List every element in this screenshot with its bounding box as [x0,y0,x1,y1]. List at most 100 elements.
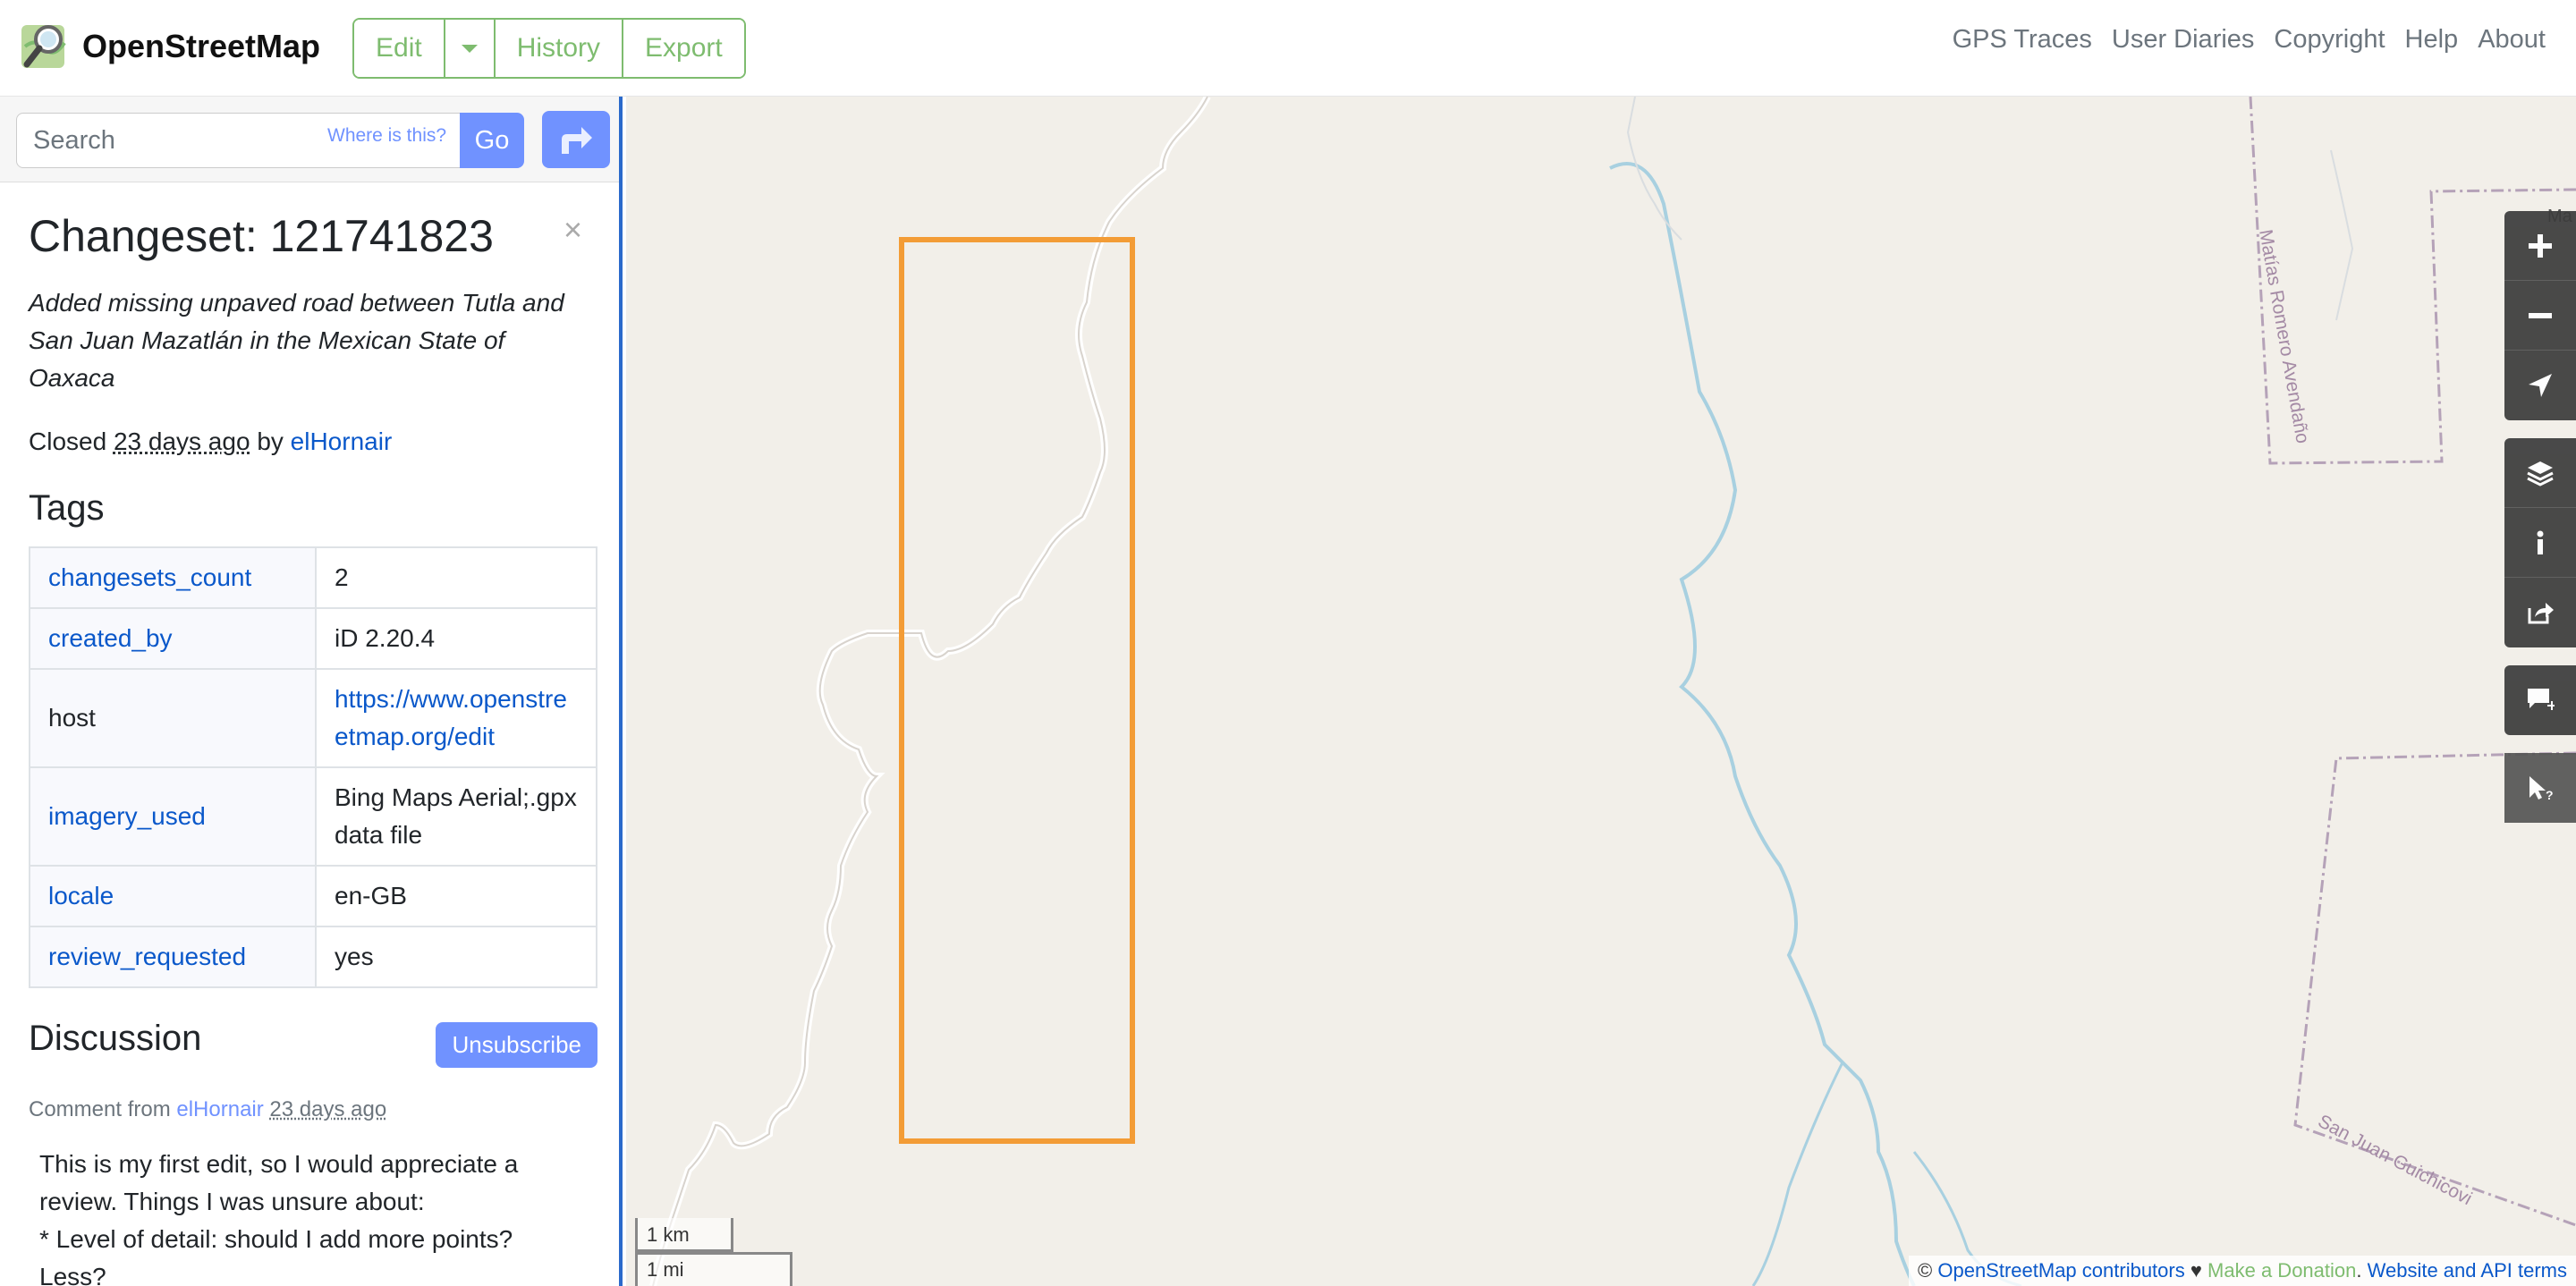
changeset-title: Changeset: 121741823 [29,211,494,261]
history-button[interactable]: History [495,20,624,77]
changeset-comment: Added missing unpaved road between Tutla… [29,289,564,392]
zoom-out-button[interactable] [2504,281,2576,351]
zoom-controls [2504,211,2576,420]
chevron-down-icon [461,44,478,53]
tag-value: Bing Maps Aerial;.gpx data file [315,766,597,867]
share-icon [2528,603,2554,624]
sidebar: Search Where is this? Go × Changeset: 12… [0,97,623,1286]
location-arrow-icon [2529,374,2552,397]
unpaved-road [649,97,1211,1286]
comment-author-link[interactable]: elHornair [176,1097,263,1121]
stream [1626,97,1682,241]
scale-km: 1 km [635,1218,733,1252]
map-panel-controls [2504,438,2576,647]
scale-mi: 1 mi [635,1252,792,1286]
locate-button[interactable] [2504,351,2576,420]
changeset-bbox [899,237,1135,1144]
edit-button[interactable]: Edit [354,20,445,77]
author-link[interactable]: elHornair [291,427,393,455]
table-row: host https://www.openstreetmap.org/edit [29,668,597,768]
map-view[interactable]: Matías Romero Avendaño San Juan Guichico… [626,97,2576,1286]
nav-user-diaries[interactable]: User Diaries [2112,25,2255,55]
directions-icon [562,127,592,154]
tag-key: host [29,668,317,768]
plus-icon [2529,233,2552,258]
discussion-heading: Discussion [29,1019,202,1058]
comment-meta: Comment from elHornair 23 days ago [29,1097,597,1122]
brand-name: OpenStreetMap [82,28,321,64]
tag-key[interactable]: changesets_count [29,546,317,609]
info-icon [2537,530,2544,554]
unsubscribe-button[interactable]: Unsubscribe [436,1022,597,1068]
tags-heading: Tags [29,488,105,528]
map-key-button[interactable] [2504,508,2576,578]
by-label: by [257,427,284,455]
comment-time: 23 days ago [269,1097,387,1121]
heart-icon: ♥ [2190,1259,2202,1282]
map-scale: 1 km 1 mi [635,1218,792,1286]
river [1751,1062,1844,1286]
edit-button-group: Edit History Export [352,18,746,79]
nav-help[interactable]: Help [2405,25,2459,55]
minus-icon [2529,312,2552,318]
changeset-closed-info: Closed 23 days ago by elHornair [29,424,597,460]
tag-key[interactable]: review_requested [29,926,317,988]
comment-line: * Level of detail: should I add more poi… [39,1225,513,1286]
terms-link[interactable]: Website and API terms [2368,1259,2567,1282]
note-controls [2504,665,2576,735]
comment-from-label: Comment from [29,1097,171,1121]
changeset-panel: Changeset: 121741823 Added missing unpav… [29,209,597,1286]
unpaved-road [652,97,1208,1286]
search-bar: Search Where is this? Go [0,97,619,182]
share-button[interactable] [2504,578,2576,647]
map-canvas: Matías Romero Avendaño San Juan Guichico… [649,97,2576,1286]
top-header: OpenStreetMap Edit History Export GPS Tr… [0,0,2576,97]
directions-button[interactable] [542,111,610,168]
where-is-this-link[interactable]: Where is this? [327,125,446,147]
tag-value: iD 2.20.4 [315,607,597,670]
tag-key[interactable]: created_by [29,607,317,670]
tag-value-link[interactable]: https://www.openstreetmap.org/edit [315,668,597,768]
closed-label: Closed [29,427,107,455]
closed-time: 23 days ago [113,427,250,455]
edit-dropdown-button[interactable] [445,20,496,77]
map-label: Matías Romero Avendaño [2255,228,2313,445]
table-row: changesets_count 2 [29,546,597,609]
secondary-nav: GPS Traces User Diaries Copyright Help A… [1953,25,2546,55]
query-cursor-icon: ? [2529,776,2554,801]
map-attribution: © OpenStreetMap contributors ♥ Make a Do… [1909,1256,2576,1286]
copyright-symbol: © [1918,1259,1933,1282]
table-row: review_requested yes [29,926,597,988]
nav-copyright[interactable]: Copyright [2274,25,2385,55]
contributors-link[interactable]: OpenStreetMap contributors [1937,1259,2184,1282]
osm-logo-icon [18,20,72,73]
layers-icon [2527,461,2554,486]
tag-key[interactable]: imagery_used [29,766,317,867]
map-controls: ? [2504,211,2576,841]
tag-key[interactable]: locale [29,865,317,927]
nav-gps-traces[interactable]: GPS Traces [1953,25,2092,55]
table-row: imagery_used Bing Maps Aerial;.gpx data … [29,766,597,867]
table-row: created_by iD 2.20.4 [29,607,597,670]
comment-line: This is my first edit, so I would apprec… [39,1150,519,1215]
add-note-icon [2528,689,2555,710]
stream [2330,149,2354,321]
river [1609,162,1916,1286]
tag-value: yes [315,926,597,988]
donation-link[interactable]: Make a Donation [2207,1259,2356,1282]
map-label: San Juan Guichicovi [2315,1111,2476,1209]
brand-logo[interactable]: OpenStreetMap [18,20,320,73]
table-row: locale en-GB [29,865,597,927]
nav-about[interactable]: About [2478,25,2546,55]
export-button[interactable]: Export [623,20,744,77]
query-controls: ? [2504,753,2576,823]
layers-button[interactable] [2504,438,2576,508]
comment-body: This is my first edit, so I would apprec… [29,1146,565,1286]
attrib-separator: . [2356,1259,2362,1282]
add-note-button[interactable] [2504,665,2576,735]
tag-value: 2 [315,546,597,609]
query-features-button[interactable]: ? [2504,753,2576,823]
discussion-header: Discussion Unsubscribe [29,1019,597,1072]
zoom-in-button[interactable] [2504,211,2576,281]
go-button[interactable]: Go [460,113,524,168]
